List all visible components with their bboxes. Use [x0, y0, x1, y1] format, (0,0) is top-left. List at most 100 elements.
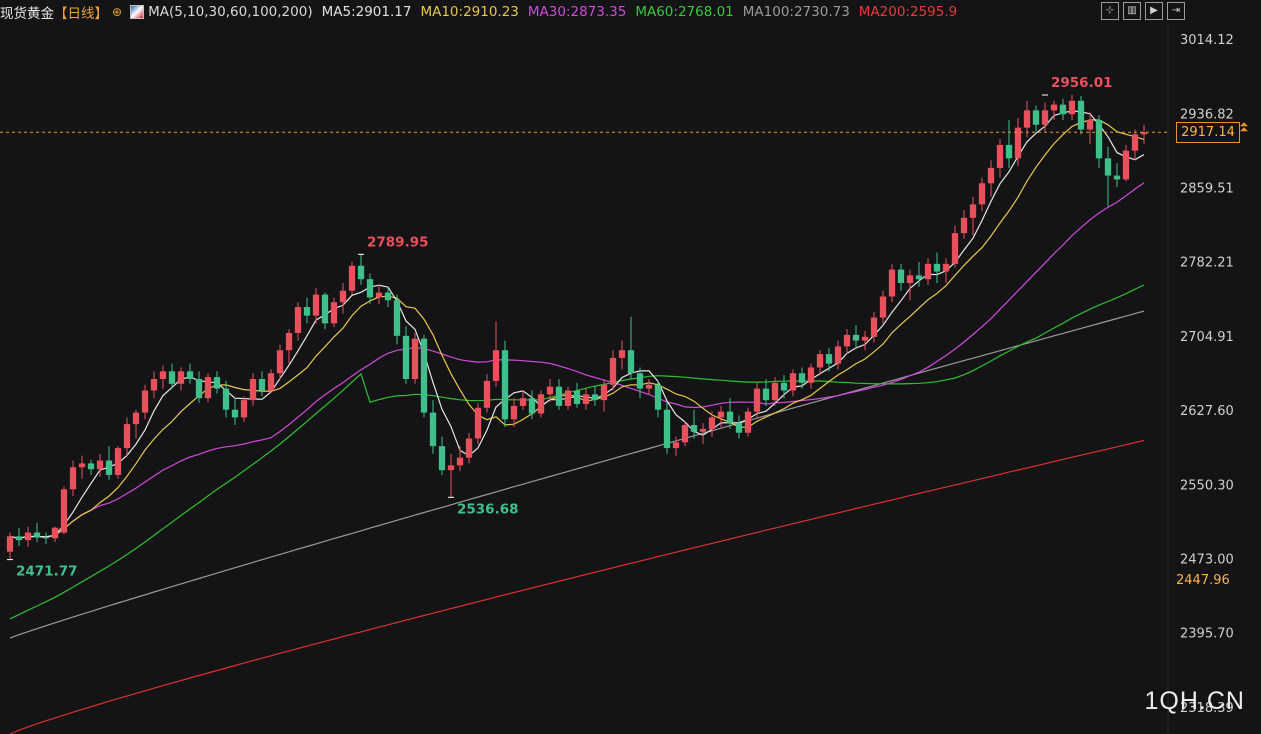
candle[interactable] [123, 417, 131, 456]
candle[interactable] [1014, 118, 1022, 166]
candle[interactable] [258, 371, 266, 397]
candle[interactable] [519, 390, 527, 410]
candle[interactable] [6, 532, 14, 560]
candle[interactable] [159, 365, 167, 389]
candle[interactable] [1131, 129, 1139, 161]
candle[interactable] [789, 369, 797, 397]
candle[interactable] [492, 321, 500, 387]
candle[interactable] [375, 284, 383, 305]
candle[interactable] [591, 386, 599, 406]
candle[interactable] [924, 258, 932, 285]
candle[interactable] [564, 386, 572, 410]
candle[interactable] [1041, 102, 1049, 132]
candle[interactable] [1077, 95, 1085, 135]
candle[interactable] [285, 329, 293, 364]
candle[interactable] [24, 526, 32, 547]
candle[interactable] [1095, 115, 1103, 168]
candle[interactable] [132, 409, 140, 439]
candle[interactable] [294, 302, 302, 341]
candle[interactable] [654, 380, 662, 418]
candle[interactable] [1113, 163, 1121, 188]
candle[interactable] [420, 334, 428, 418]
candle[interactable] [249, 373, 257, 406]
candle[interactable] [762, 379, 770, 406]
candle[interactable] [609, 350, 617, 391]
candle[interactable] [537, 390, 545, 418]
candle[interactable] [321, 292, 329, 330]
candle[interactable] [276, 344, 284, 379]
candle[interactable] [501, 340, 509, 427]
ma-params[interactable]: MA(5,10,30,60,100,200) [148, 4, 313, 20]
candle[interactable] [573, 382, 581, 408]
candle[interactable] [240, 396, 248, 423]
candle[interactable] [933, 252, 941, 284]
candle[interactable] [753, 382, 761, 418]
candle[interactable] [1068, 94, 1076, 120]
candlestick-chart[interactable]: 3014.12 2936.82 2859.51 2782.21 2704.91 2627.… [0, 0, 1261, 734]
candle[interactable] [105, 446, 113, 480]
candle[interactable] [1059, 98, 1067, 120]
candle[interactable] [330, 297, 338, 328]
candle[interactable] [798, 367, 806, 389]
candle[interactable] [411, 332, 419, 384]
candle[interactable] [978, 177, 986, 212]
candle[interactable] [897, 263, 905, 291]
period-label[interactable]: 【日线】 [54, 2, 108, 22]
settings-circle-icon[interactable]: ⊕ [112, 5, 122, 19]
candle[interactable] [780, 375, 788, 399]
candle[interactable] [582, 388, 590, 410]
candle[interactable] [645, 379, 653, 395]
candle[interactable] [636, 367, 644, 399]
candle[interactable] [87, 459, 95, 475]
candle[interactable] [843, 329, 851, 355]
candle[interactable] [735, 415, 743, 439]
candle[interactable] [879, 290, 887, 324]
play-icon[interactable]: ▶ [1145, 2, 1163, 20]
candle[interactable] [1050, 100, 1058, 120]
candle[interactable] [618, 340, 626, 370]
candle[interactable] [672, 436, 680, 456]
candle[interactable] [825, 348, 833, 372]
candle[interactable] [1005, 119, 1013, 168]
crosshair-icon[interactable]: ⊹ [1101, 2, 1119, 20]
export-icon[interactable]: ⇥ [1167, 2, 1185, 20]
candle[interactable] [744, 407, 752, 437]
candle[interactable] [222, 380, 230, 418]
candle[interactable] [960, 210, 968, 239]
candle[interactable] [51, 526, 59, 543]
candle[interactable] [816, 350, 824, 376]
candle[interactable] [942, 258, 950, 284]
candle[interactable] [69, 460, 77, 497]
candle[interactable] [1122, 144, 1130, 182]
candle[interactable] [114, 446, 122, 479]
candle[interactable] [60, 486, 68, 535]
candle[interactable] [690, 409, 698, 439]
candle[interactable] [1140, 124, 1148, 144]
candle[interactable] [906, 269, 914, 301]
candle[interactable] [951, 225, 959, 268]
candle[interactable] [1032, 105, 1040, 132]
candle[interactable] [1104, 146, 1112, 207]
candle[interactable] [996, 139, 1004, 178]
candle[interactable] [15, 527, 23, 546]
candle[interactable] [438, 436, 446, 475]
candle[interactable] [456, 446, 464, 472]
candle[interactable] [969, 196, 977, 236]
candle[interactable] [357, 254, 365, 285]
candle[interactable] [834, 340, 842, 370]
candle[interactable] [852, 325, 860, 349]
candle[interactable] [150, 371, 158, 399]
candle[interactable] [204, 373, 212, 403]
candle[interactable] [177, 367, 185, 391]
candle[interactable] [348, 261, 356, 295]
candle[interactable] [339, 283, 347, 314]
candle[interactable] [213, 371, 221, 394]
book-icon[interactable]: ▥ [1123, 2, 1141, 20]
candle[interactable] [303, 297, 311, 324]
candle[interactable] [465, 432, 473, 464]
candle[interactable] [555, 379, 563, 410]
candle[interactable] [447, 453, 455, 498]
candle[interactable] [474, 402, 482, 445]
candle[interactable] [33, 522, 41, 543]
candle[interactable] [42, 532, 50, 545]
